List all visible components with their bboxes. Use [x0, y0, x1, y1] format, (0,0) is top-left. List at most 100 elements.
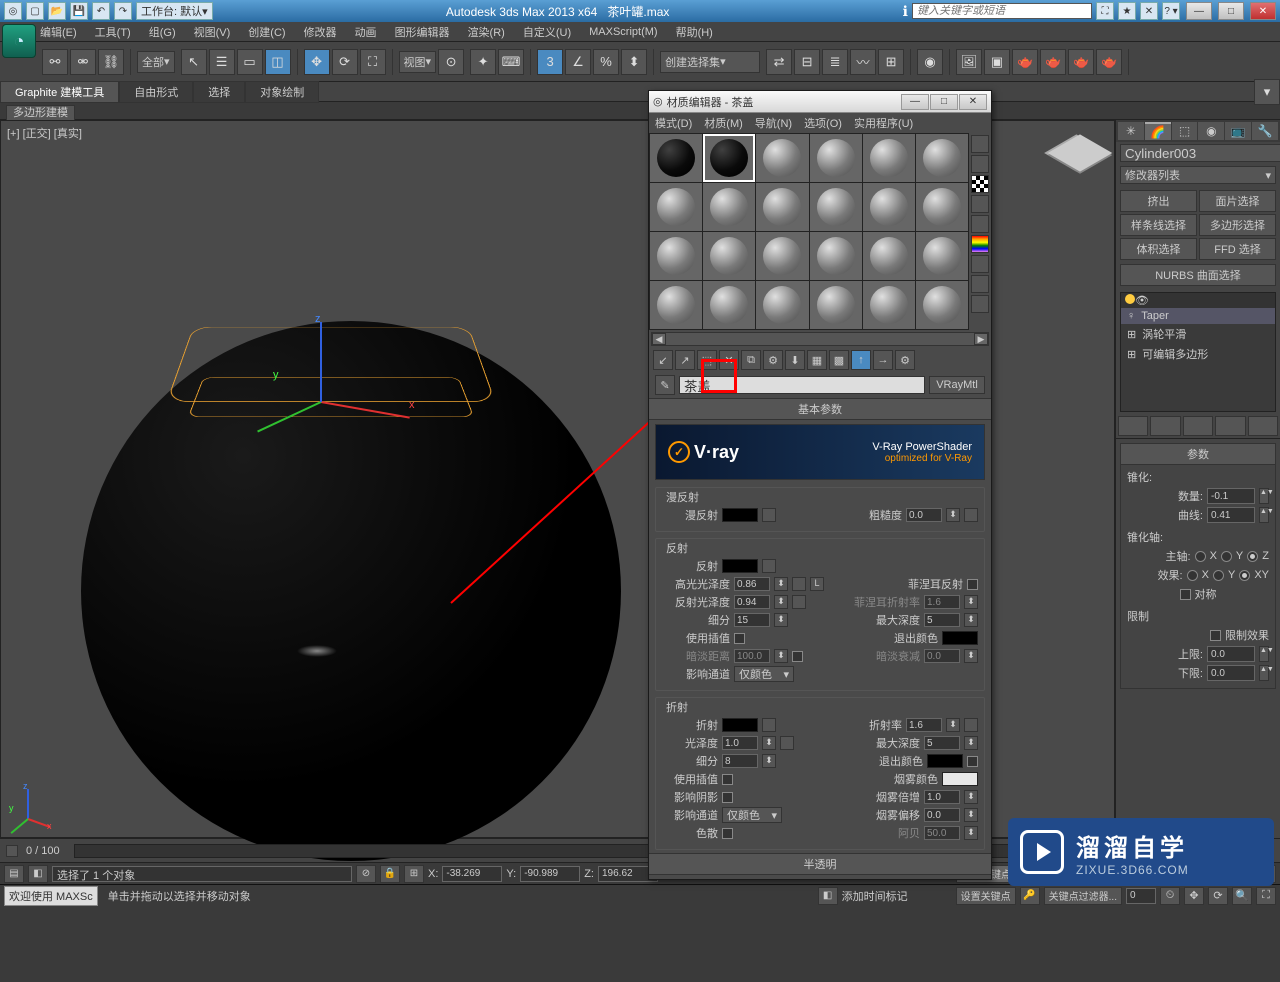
btn-splineselect[interactable]: 样条线选择: [1120, 214, 1197, 236]
stack-show-icon[interactable]: [1150, 416, 1180, 436]
lower-input[interactable]: [1207, 665, 1255, 681]
me-side-3[interactable]: [971, 175, 989, 193]
refr-gloss-input[interactable]: [722, 736, 758, 750]
undo-icon[interactable]: ↶: [92, 2, 110, 20]
manip-icon[interactable]: ✦: [470, 49, 496, 75]
curve-editor-icon[interactable]: 〰: [850, 49, 876, 75]
diffuse-swatch[interactable]: [722, 508, 758, 522]
selection-set-dd[interactable]: 创建选择集 ▾: [660, 51, 760, 73]
l-button[interactable]: L: [810, 577, 824, 591]
mat-slot-13[interactable]: [650, 232, 702, 280]
menu-tools[interactable]: 工具(T): [95, 24, 131, 40]
viewport-label[interactable]: [+] [正交] [真实]: [7, 125, 82, 141]
fogbias-input[interactable]: [924, 808, 960, 822]
mat-slot-6[interactable]: [916, 134, 968, 182]
maximize-button[interactable]: □: [1218, 2, 1244, 20]
lock-icon[interactable]: ⊘: [356, 865, 376, 883]
open-icon[interactable]: 📂: [48, 2, 66, 20]
btn-ffdselect[interactable]: FFD 选择: [1199, 238, 1276, 260]
close-button[interactable]: ✕: [1250, 2, 1276, 20]
stack-editpoly[interactable]: ⊞可编辑多边形: [1121, 344, 1275, 364]
menu-rendering[interactable]: 渲染(R): [468, 24, 505, 40]
mat-slot-21[interactable]: [756, 281, 808, 329]
scroll-left-icon[interactable]: ◀: [652, 333, 666, 345]
taper-amount-input[interactable]: [1207, 488, 1255, 504]
me-show-map-icon[interactable]: ▦: [807, 350, 827, 370]
mat-slot-11[interactable]: [863, 183, 915, 231]
symmetric-check[interactable]: [1180, 589, 1191, 600]
refr-interp-check[interactable]: [722, 774, 733, 785]
y-input[interactable]: [520, 866, 580, 882]
stack-unique-icon[interactable]: [1183, 416, 1213, 436]
render-icon[interactable]: 🫖: [1012, 49, 1038, 75]
me-options-icon[interactable]: ⚙: [895, 350, 915, 370]
mat-slot-24[interactable]: [916, 281, 968, 329]
teapot-a-icon[interactable]: 🫖: [1040, 49, 1066, 75]
btn-nurbs[interactable]: NURBS 曲面选择: [1120, 264, 1276, 286]
nav-orbit-icon[interactable]: ⟳: [1208, 887, 1228, 905]
mat-slot-7[interactable]: [650, 183, 702, 231]
menu-modifiers[interactable]: 修改器: [304, 24, 337, 40]
me-put-icon[interactable]: ↗: [675, 350, 695, 370]
me-side-8[interactable]: [971, 275, 989, 293]
mat-slot-9[interactable]: [756, 183, 808, 231]
material-name-input[interactable]: [679, 376, 925, 394]
me-side-5[interactable]: [971, 215, 989, 233]
rough-map-btn[interactable]: [964, 508, 978, 522]
viewcube[interactable]: [1052, 125, 1108, 181]
spinner-snap-icon[interactable]: ⬍: [621, 49, 647, 75]
me-side-9[interactable]: [971, 295, 989, 313]
me-reset-icon[interactable]: ✕: [719, 350, 739, 370]
refl-affect-dd[interactable]: 仅颜色▾: [734, 666, 794, 682]
btn-faceselect[interactable]: 面片选择: [1199, 190, 1276, 212]
me-put2-icon[interactable]: ⬇: [785, 350, 805, 370]
keyfilter-button[interactable]: 关键点过滤器...: [1044, 887, 1122, 905]
render-setup-icon[interactable]: 🖼: [956, 49, 982, 75]
mat-slot-10[interactable]: [810, 183, 862, 231]
mat-slot-22[interactable]: [810, 281, 862, 329]
window-crossing-icon[interactable]: ◫: [265, 49, 291, 75]
unlink-icon[interactable]: ⚮: [70, 49, 96, 75]
me-go-forward-icon[interactable]: →: [873, 350, 893, 370]
abbe-input[interactable]: [924, 826, 960, 840]
effect-xy-radio[interactable]: [1239, 570, 1250, 581]
setkey-button[interactable]: 设置关键点: [956, 887, 1016, 905]
me-side-7[interactable]: [971, 255, 989, 273]
ior-input[interactable]: [906, 718, 942, 732]
frame-input[interactable]: [1126, 888, 1156, 904]
tab-graphite[interactable]: Graphite 建模工具: [0, 81, 119, 103]
refl-interp-check[interactable]: [734, 633, 745, 644]
me-side-2[interactable]: [971, 155, 989, 173]
schematic-icon[interactable]: ⊞: [878, 49, 904, 75]
axis-z-radio[interactable]: [1247, 551, 1258, 562]
mat-slot-20[interactable]: [703, 281, 755, 329]
material-icon[interactable]: ◉: [917, 49, 943, 75]
key-icon[interactable]: 🔑: [1020, 887, 1040, 905]
refl-subdiv-input[interactable]: [734, 613, 770, 627]
coord-system-dd[interactable]: 视图 ▾: [399, 51, 437, 73]
redo-icon[interactable]: ↷: [114, 2, 132, 20]
rollout-basic-hdr[interactable]: 基本参数: [649, 398, 991, 420]
me-menu-mode[interactable]: 模式(D): [655, 115, 692, 131]
tab-paint[interactable]: 对象绘制: [245, 81, 319, 103]
refr-subdiv-input[interactable]: [722, 754, 758, 768]
angle-snap-icon[interactable]: ∠: [565, 49, 591, 75]
me-menu-utils[interactable]: 实用程序(U): [854, 115, 913, 131]
mat-slot-23[interactable]: [863, 281, 915, 329]
lock2-icon[interactable]: 🔒: [380, 865, 400, 883]
menu-create[interactable]: 创建(C): [248, 24, 285, 40]
refl-exit-swatch[interactable]: [942, 631, 978, 645]
fresnel-check[interactable]: [967, 579, 978, 590]
rollout-translucency-hdr[interactable]: 半透明: [649, 853, 991, 875]
taper-curve-input[interactable]: [1207, 507, 1255, 523]
tab-selection[interactable]: 选择: [193, 81, 245, 103]
mat-slot-8[interactable]: [703, 183, 755, 231]
mat-slot-4[interactable]: [810, 134, 862, 182]
save-icon[interactable]: 💾: [70, 2, 88, 20]
refract-swatch[interactable]: [722, 718, 758, 732]
move-icon[interactable]: ✥: [304, 49, 330, 75]
cp-modify-icon[interactable]: 🌈: [1145, 122, 1171, 140]
mat-slot-3[interactable]: [756, 134, 808, 182]
tb-b-icon[interactable]: ★: [1118, 2, 1136, 20]
modifier-list-dd[interactable]: 修改器列表▾: [1120, 166, 1276, 184]
